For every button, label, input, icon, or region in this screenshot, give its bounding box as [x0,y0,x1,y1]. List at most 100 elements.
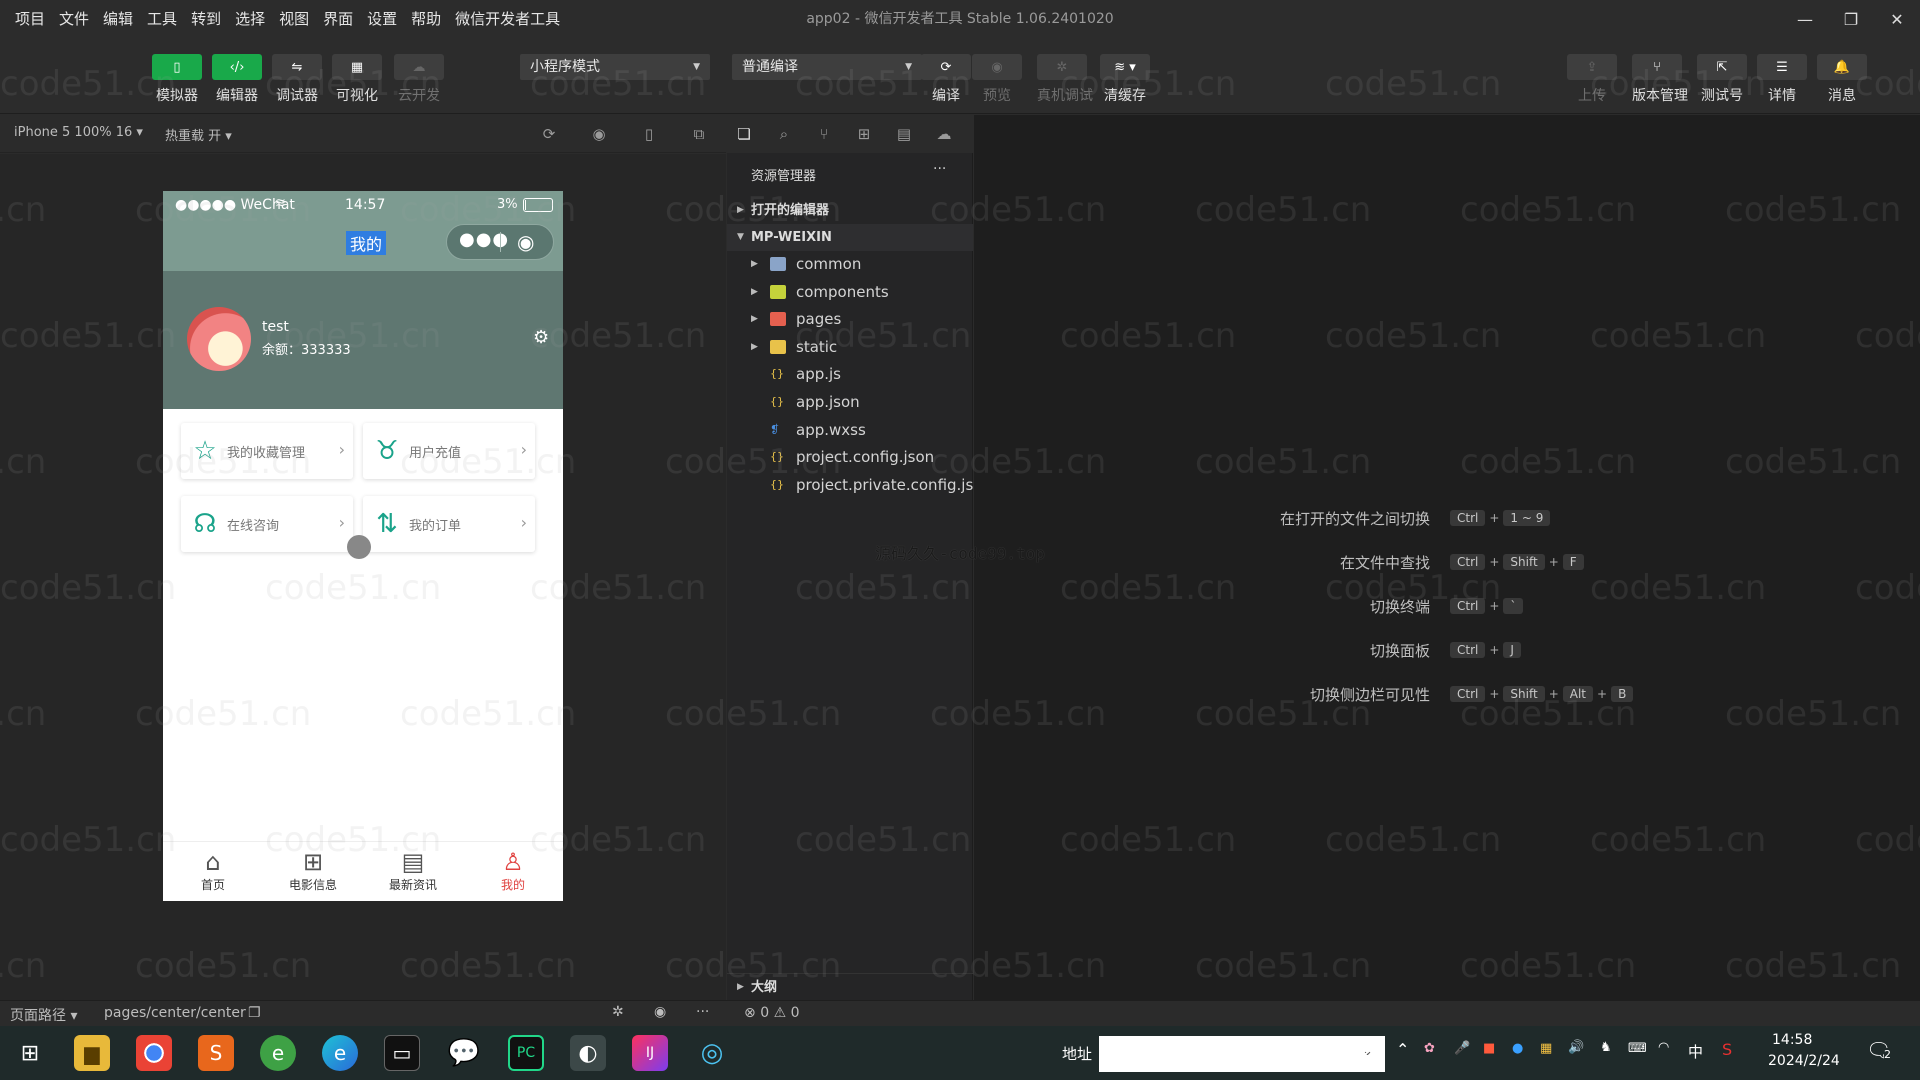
tab-3[interactable]: ♙ 我的 [463,842,563,901]
tab-1[interactable]: ⊞ 电影信息 [263,842,363,901]
menu-card-2[interactable]: ☊ 在线咨询 › [181,496,353,552]
compile-select[interactable]: 普通编译 ▼ [732,54,922,80]
keyboard-icon[interactable]: ⌨ [1628,1041,1647,1056]
mode-select[interactable]: 小程序模式 ▼ [520,54,710,80]
error-count[interactable]: ⊗ 0 ⚠ 0 [744,1005,800,1021]
edge-icon[interactable]: e [322,1035,358,1071]
pycharm-icon[interactable]: PC [508,1035,544,1071]
menu-item[interactable]: 编辑 [96,0,140,38]
chrome-icon[interactable] [136,1035,172,1071]
toolbar-button-right_buttons-4[interactable]: 🔔 消息 [1817,54,1867,105]
toolbar-button-left_buttons-0[interactable]: ▯ 模拟器 [152,54,202,105]
tree-item-js[interactable]: {} app.js [727,361,973,388]
refresh-icon[interactable]: ⟳ [538,123,560,145]
explorer-more-icon[interactable]: ··· [933,161,946,177]
more-icon[interactable]: ●●● [459,229,509,250]
copy-icon[interactable]: ❐ [248,1005,261,1021]
headset-icon: ☊ [193,509,217,539]
tree-item-css[interactable]: ❡ app.wxss [727,417,973,444]
window-icon[interactable]: ⧉ [688,123,710,145]
menu-item[interactable]: 界面 [316,0,360,38]
volume-icon[interactable]: 🔊 [1568,1040,1584,1055]
toolbar-button-left_buttons-3[interactable]: ▦ 可视化 [332,54,382,105]
toolbar-button-right_buttons-3[interactable]: ☰ 详情 [1757,54,1807,105]
device-icon[interactable]: ▯ [638,123,660,145]
microphone-icon[interactable]: 🎤 [1454,1041,1470,1056]
toolbar-button-left_buttons-2[interactable]: ⇋ 调试器 [272,54,322,105]
sogou-icon[interactable]: S [1722,1040,1732,1059]
more-icon[interactable]: ··· [696,1004,709,1020]
wifi-icon[interactable]: ◠ [1658,1040,1669,1055]
address-input[interactable]: ⌄ [1099,1036,1385,1072]
clock-time[interactable]: 14:58 [1772,1032,1812,1048]
eye-icon[interactable]: ◉ [654,1004,666,1020]
docker-icon[interactable]: ☁ [933,123,955,145]
bug-icon[interactable]: ✲ [612,1004,624,1020]
wechat-icon[interactable]: 💬 [446,1035,482,1071]
toolbar-button-right_buttons-2[interactable]: ⇱ 测试号 [1697,54,1747,105]
clock-date[interactable]: 2024/2/24 [1768,1053,1840,1069]
tab-2[interactable]: ▤ 最新资讯 [363,842,463,901]
avatar[interactable] [187,307,251,371]
tab-0[interactable]: ⌂ 首页 [163,842,263,901]
chevron-up-icon[interactable]: ⌃ [1396,1040,1409,1059]
tree-item-folder[interactable]: ▶ static [727,334,973,361]
tree-item-folder[interactable]: ▶ components [727,279,973,306]
tree-item-name: components [796,282,889,301]
menu-item[interactable]: 项目 [8,0,52,38]
panel-icon[interactable]: ▤ [893,123,915,145]
outline-section[interactable]: ▶ 大纲 [727,973,973,1000]
app-ring-icon[interactable]: ◎ [694,1035,730,1071]
hot-reload-toggle[interactable]: 热重载 开 ▾ [165,125,232,144]
maximize-icon[interactable]: ❐ [1828,0,1874,38]
menu-item[interactable]: 设置 [360,0,404,38]
menu-card-1[interactable]: ♉ 用户充值 › [363,423,535,479]
browser-green-icon[interactable]: e [260,1035,296,1071]
tree-item-json[interactable]: {} project.private.config.js... [727,472,988,499]
wechat-devtools-icon[interactable]: ◐ [570,1035,606,1071]
stop-icon[interactable]: ◉ [588,123,610,145]
git-icon[interactable]: ⑂ [813,123,835,145]
tree-item-json[interactable]: {} project.config.json [727,444,973,471]
tree-item-folder[interactable]: ▶ common [727,251,973,278]
qq-icon[interactable]: ♞ [1600,1040,1612,1055]
tray-flower-icon[interactable]: ✿ [1424,1041,1435,1056]
ime-indicator[interactable]: 中 [1688,1041,1703,1062]
intellij-icon[interactable]: IJ [632,1035,668,1071]
address-refresh-icon[interactable]: ↻ [1356,1040,1371,1061]
tray-browser-icon[interactable]: ● [1512,1041,1523,1056]
minimize-icon[interactable]: — [1782,0,1828,38]
toolbar-button-right_buttons-1[interactable]: ⑂ 版本管理 [1632,54,1688,105]
menu-item[interactable]: 微信开发者工具 [448,0,567,38]
device-select[interactable]: iPhone 5 100% 16 ▾ [14,125,143,140]
page-path-select[interactable]: 页面路径 ▾ [10,1005,77,1025]
menu-card-0[interactable]: ☆ 我的收藏管理 › [181,423,353,479]
sublime-icon[interactable]: S [198,1035,234,1071]
file-explorer-icon[interactable]: ▆ [74,1035,110,1071]
extensions-icon[interactable]: ⊞ [853,123,875,145]
menu-item[interactable]: 视图 [272,0,316,38]
toolbar-button-center_buttons-0[interactable]: ⟳ 编译 [921,54,971,105]
menu-item[interactable]: 转到 [184,0,228,38]
open-editors-section[interactable]: ▶ 打开的编辑器 [727,197,973,224]
tray-grid-icon[interactable]: ▦ [1540,1041,1552,1056]
menu-item[interactable]: 文件 [52,0,96,38]
root-folder-section[interactable]: ▼ MP-WEIXIN [727,224,973,251]
files-icon[interactable]: ❏ [733,123,755,145]
close-target-icon[interactable]: ◉ [517,230,534,254]
terminal-icon[interactable]: ▭ [384,1035,420,1071]
editor-area: 源码久久-code99.top 在打开的文件之间切换 Ctrl +1 ~ 9 在文件中… [875,115,1920,1000]
tree-item-folder[interactable]: ▶ pages [727,306,973,333]
menu-item[interactable]: 选择 [228,0,272,38]
toolbar-button-center_buttons-3[interactable]: ≋ ▾ 清缓存 [1100,54,1150,105]
windows-start-icon[interactable]: ⊞ [12,1035,48,1071]
close-icon[interactable]: ✕ [1874,0,1920,38]
tree-item-json[interactable]: {} app.json [727,389,973,416]
gear-icon[interactable]: ⚙ [533,327,549,348]
search-icon[interactable]: ⌕ [773,123,795,145]
menu-item[interactable]: 帮助 [404,0,448,38]
toolbar-button-left_buttons-1[interactable]: ‹/› 编辑器 [212,54,262,105]
menu-item[interactable]: 工具 [140,0,184,38]
tray-red-icon[interactable]: ■ [1483,1041,1495,1056]
menu-card-3[interactable]: ⇅ 我的订单 › [363,496,535,552]
